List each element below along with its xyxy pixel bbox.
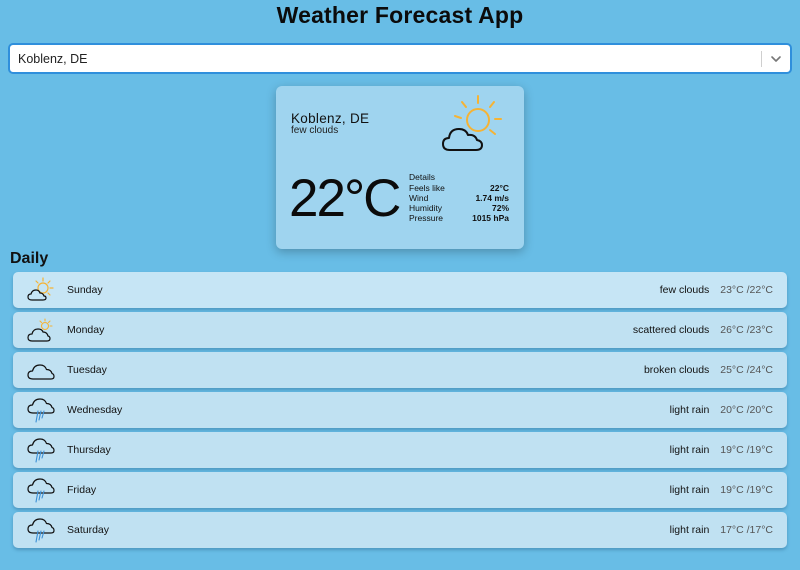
current-city: Koblenz, DE [291, 111, 370, 126]
day-description: few clouds [659, 284, 710, 296]
day-description: light rain [669, 484, 710, 496]
rain-icon [27, 438, 55, 463]
detail-row-humidity: Humidity 72% [409, 202, 509, 213]
day-name: Saturday [67, 524, 110, 536]
rain-icon [27, 478, 55, 503]
scattered-clouds-icon [27, 318, 53, 342]
city-search-select[interactable]: Koblenz, DE [9, 44, 791, 73]
day-name: Sunday [67, 284, 103, 296]
current-description: few clouds [291, 125, 339, 136]
daily-row-sunday[interactable]: Sunday few clouds 23°C /22°C [13, 272, 787, 308]
app-title: Weather Forecast App [276, 2, 524, 28]
rain-icon [27, 518, 55, 543]
few-clouds-icon [27, 277, 54, 301]
daily-forecast-list: Sunday few clouds 23°C /22°C Monday scat… [13, 272, 787, 552]
day-description: broken clouds [643, 364, 710, 376]
select-separator [761, 51, 762, 67]
daily-row-wednesday[interactable]: Wednesday light rain 20°C /20°C [13, 392, 787, 428]
rain-icon [27, 398, 55, 423]
daily-title: Daily [10, 250, 49, 267]
daily-row-friday[interactable]: Friday light rain 19°C /19°C [13, 472, 787, 508]
day-temperatures: 23°C /22°C [720, 284, 773, 296]
chevron-down-icon[interactable] [769, 52, 783, 66]
day-temperatures: 26°C /23°C [720, 324, 773, 336]
day-temperatures: 20°C /20°C [720, 404, 773, 416]
day-name: Monday [67, 324, 105, 336]
day-description: scattered clouds [632, 324, 710, 336]
cloud-icon [27, 364, 55, 380]
daily-row-saturday[interactable]: Saturday light rain 17°C /17°C [13, 512, 787, 548]
day-temperatures: 19°C /19°C [720, 484, 773, 496]
detail-row-pressure: Pressure 1015 hPa [409, 212, 509, 223]
day-description: light rain [669, 404, 710, 416]
day-description: light rain [669, 444, 710, 456]
current-details: Details Feels like 22°C Wind 1.74 m/s Hu… [409, 172, 509, 223]
current-temperature: 22°C [289, 169, 401, 228]
daily-row-thursday[interactable]: Thursday light rain 19°C /19°C [13, 432, 787, 468]
detail-row-wind: Wind 1.74 m/s [409, 192, 509, 203]
detail-row-feels-like: Feels like 22°C [409, 182, 509, 193]
day-description: light rain [669, 524, 710, 536]
day-temperatures: 17°C /17°C [720, 524, 773, 536]
daily-row-tuesday[interactable]: Tuesday broken clouds 25°C /24°C [13, 352, 787, 388]
day-name: Tuesday [67, 364, 107, 376]
details-label: Details [409, 172, 435, 182]
few-clouds-icon [442, 95, 502, 151]
day-name: Thursday [67, 444, 111, 456]
day-name: Wednesday [67, 404, 123, 416]
day-temperatures: 25°C /24°C [720, 364, 773, 376]
day-temperatures: 19°C /19°C [720, 444, 773, 456]
city-search-value: Koblenz, DE [18, 52, 88, 66]
daily-row-monday[interactable]: Monday scattered clouds 26°C /23°C [13, 312, 787, 348]
current-weather-card: Koblenz, DE few clouds 22°C Details Feel… [276, 86, 524, 249]
day-name: Friday [67, 484, 97, 496]
